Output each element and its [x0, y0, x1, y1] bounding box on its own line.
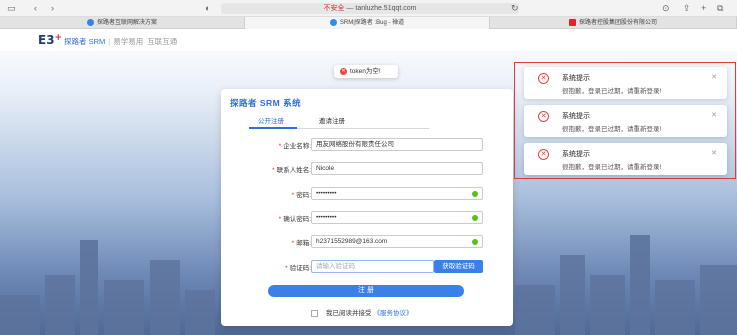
tab-invite-register[interactable]: 邀请注册	[319, 117, 345, 127]
skyline	[150, 260, 180, 335]
field-contact: * 联系人姓名: Nicole	[221, 162, 513, 175]
email-input[interactable]: h2371552989@163.com	[311, 235, 483, 248]
field-confirm-password: * 确认密码: •••••••••	[221, 211, 513, 224]
forward-icon[interactable]: ›	[51, 3, 54, 13]
skyline	[560, 255, 585, 335]
skyline	[700, 265, 737, 335]
error-icon: ✕	[340, 67, 347, 75]
company-input[interactable]: 用友网络股份有限责任公司	[311, 138, 483, 151]
confirm-password-input[interactable]: •••••••••	[311, 211, 483, 224]
agreement: 我已阅读并接受 《服务协议》	[311, 307, 413, 317]
close-icon[interactable]: ✕	[711, 73, 717, 81]
address-host: — tanluzhe.51qqt.com	[346, 5, 417, 12]
back-icon[interactable]: ‹	[34, 3, 37, 13]
skyline	[0, 295, 40, 335]
error-icon: ✕	[538, 73, 549, 84]
service-agreement-link[interactable]: 《服务协议》	[374, 310, 413, 317]
reload-icon[interactable]: ↻	[511, 3, 519, 14]
agree-checkbox[interactable]	[311, 309, 318, 317]
logo[interactable]: E3+	[38, 33, 62, 47]
tab-bug[interactable]: SRM|探路者 :Bug - 禅道	[245, 17, 490, 29]
field-captcha: * 验证码: 请输入验证码 获取验证码	[221, 260, 513, 273]
skyline	[45, 275, 75, 335]
error-icon: ✕	[538, 111, 549, 122]
valid-icon	[472, 191, 478, 197]
skyline	[655, 280, 695, 335]
tab-favicon-icon	[86, 18, 94, 26]
skyline	[80, 240, 98, 335]
page: E3+ 探路者 SRM | 易学易用 互联互通 ✕ token为空! 探路者 SRM 系…	[0, 29, 737, 335]
tab-solutions[interactable]: 探路者互联网解决方案	[0, 17, 245, 29]
address-bar[interactable]: 不安全 — tanluzhe.51qqt.com	[221, 3, 519, 14]
captcha-input[interactable]: 请输入验证码	[311, 260, 434, 273]
skyline	[630, 235, 650, 335]
skyline	[104, 280, 144, 335]
card-title: 探路者 SRM 系统	[230, 98, 302, 108]
notification: ✕ 系统提示 很抱歉，登录已过期，请重新登录! ✕	[524, 105, 727, 137]
notification: ✕ 系统提示 很抱歉，登录已过期，请重新登录! ✕	[524, 143, 727, 175]
register-button[interactable]: 注 册	[268, 285, 464, 297]
sidebar-icon[interactable]: ▭	[7, 3, 16, 14]
error-icon: ✕	[538, 149, 549, 160]
skyline	[590, 275, 625, 335]
field-password: * 密码: •••••••••	[221, 187, 513, 200]
close-icon[interactable]: ✕	[711, 111, 717, 119]
register-card: 探路者 SRM 系统 公开注册 邀请注册 * 企业名称: 用友网络股份有限责任公司…	[221, 89, 513, 326]
register-tabs: 公开注册 邀请注册	[249, 117, 429, 129]
insecure-label: 不安全	[323, 5, 345, 12]
tab-favicon-icon	[329, 18, 337, 26]
tab-favicon-icon	[568, 18, 576, 26]
skyline	[185, 290, 215, 335]
brand-text: 探路者 SRM | 易学易用 互联互通	[64, 37, 178, 46]
skyline	[515, 285, 555, 335]
valid-icon	[472, 215, 478, 221]
privacy-icon[interactable]: ◐	[205, 3, 210, 13]
tab-overview-icon[interactable]: ⧉	[717, 3, 723, 14]
browser-toolbar: ▭ ‹ › ◐ 不安全 — tanluzhe.51qqt.com ↻ ⊙ ⇪ +…	[0, 0, 737, 17]
get-code-button[interactable]: 获取验证码	[434, 260, 483, 273]
site-header: E3+ 探路者 SRM | 易学易用 互联互通	[0, 29, 737, 51]
valid-icon	[472, 239, 478, 245]
share-icon[interactable]: ⇪	[683, 3, 691, 14]
notification-stack: ✕ 系统提示 很抱歉，登录已过期，请重新登录! ✕ ✕ 系统提示 很抱歉，登录已…	[514, 62, 736, 179]
notification: ✕ 系统提示 很抱歉，登录已过期，请重新登录! ✕	[524, 67, 727, 99]
tab-public-register[interactable]: 公开注册	[258, 117, 284, 127]
field-email: * 邮箱: h2371552989@163.com	[221, 235, 513, 248]
contact-input[interactable]: Nicole	[311, 162, 483, 175]
close-icon[interactable]: ✕	[711, 149, 717, 157]
new-tab-icon[interactable]: +	[701, 3, 706, 13]
download-icon[interactable]: ⊙	[662, 3, 670, 14]
tab-strip: 探路者互联网解决方案 SRM|探路者 :Bug - 禅道 探路者控股集团股份有限…	[0, 17, 737, 29]
tab-company[interactable]: 探路者控股集团股份有限公司	[490, 17, 737, 29]
field-company: * 企业名称: 用友网络股份有限责任公司	[221, 138, 513, 151]
error-toast: ✕ token为空!	[334, 65, 398, 78]
password-input[interactable]: •••••••••	[311, 187, 483, 200]
